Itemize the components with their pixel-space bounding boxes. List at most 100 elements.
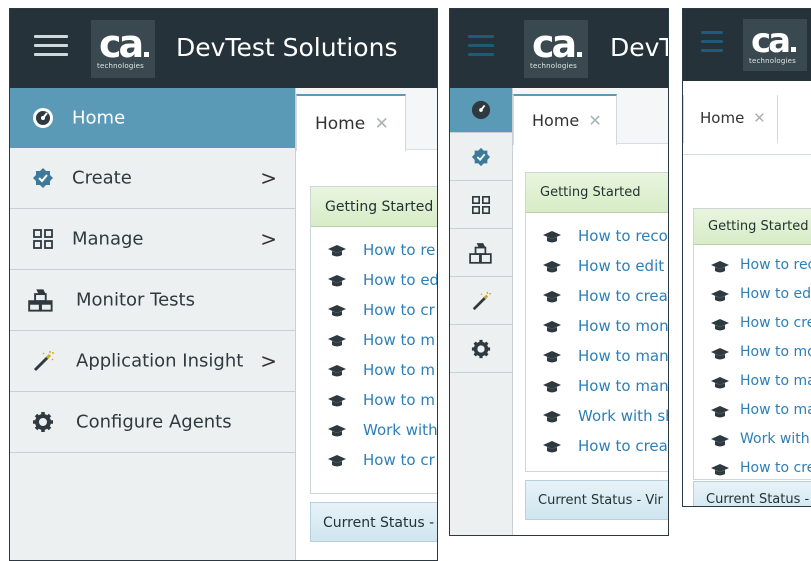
getting-started-link[interactable]: How to cr [311, 447, 437, 477]
logo-sub: technologies [97, 62, 145, 70]
link-text: How to edit a [578, 257, 669, 275]
nav-label-home: Home [72, 107, 126, 129]
getting-started-link[interactable]: How to ed [694, 282, 811, 311]
link-text: How to m [363, 361, 435, 379]
main-content: Home ✕ Getting Started How to recor How t… [513, 88, 668, 535]
tab-strip: Home ✕ [683, 81, 811, 155]
getting-started-link[interactable]: How to recor [526, 223, 669, 253]
getting-started-link[interactable]: How to mo [694, 340, 811, 369]
close-icon[interactable]: ✕ [753, 109, 766, 127]
graduation-cap-icon [711, 348, 729, 360]
dashboard-area: Getting Started How to recor How to edit … [513, 144, 668, 535]
link-text: How to creat [578, 437, 669, 455]
link-text: Work with sh [578, 407, 669, 425]
rail-item-create[interactable] [450, 133, 512, 181]
rail-item-home[interactable] [450, 88, 512, 133]
nav-item-configure-agents[interactable]: Configure Agents [10, 392, 295, 453]
dashboard-area: Getting Started How to re How to ed How to… [296, 150, 437, 560]
panel-expanded: ca technologies DevTest Solutions Home C… [9, 8, 438, 561]
current-status-header: Current Status - Vir [525, 480, 668, 520]
link-text: How to recor [578, 227, 669, 245]
graduation-cap-icon [711, 319, 729, 331]
getting-started-link[interactable]: Work with [311, 417, 437, 447]
getting-started-link[interactable]: How to m [311, 327, 437, 357]
link-text: How to ma [740, 373, 811, 389]
menu-icon[interactable] [701, 31, 723, 59]
getting-started-header: Getting Started [526, 173, 668, 213]
link-text: How to ma [740, 402, 811, 418]
getting-started-link[interactable]: How to ma [694, 398, 811, 427]
getting-started-panel: Getting Started How to re How to ed How to… [310, 186, 438, 494]
close-icon[interactable]: ✕ [375, 114, 389, 134]
rail-item-monitor-tests[interactable] [450, 229, 512, 277]
nav-item-application-insight[interactable]: Application Insight > [10, 331, 295, 392]
rail-item-manage[interactable] [450, 181, 512, 229]
link-text: How to mana [578, 377, 669, 395]
dashboard-icon [471, 100, 491, 120]
graduation-cap-icon [543, 261, 561, 273]
nav-label-application-insight: Application Insight [76, 350, 244, 372]
getting-started-link[interactable]: How to create [526, 283, 668, 313]
getting-started-link[interactable]: How to cr [311, 297, 437, 327]
logo-brand: ca [532, 22, 577, 66]
graduation-cap-icon [543, 291, 561, 303]
nav-item-manage[interactable]: Manage > [10, 209, 295, 270]
panel-collapsed-2: ca technologies Home ✕ Getting Started H… [682, 8, 811, 507]
graduation-cap-icon [328, 335, 346, 347]
boxes-icon [28, 289, 53, 312]
rail-item-application-insight[interactable] [450, 277, 512, 325]
menu-icon[interactable] [468, 35, 494, 63]
link-text: How to cr [363, 451, 435, 469]
nav-label-create: Create [72, 167, 132, 189]
getting-started-link[interactable]: How to rec [694, 253, 811, 282]
graduation-cap-icon [543, 381, 561, 393]
getting-started-link[interactable]: How to mana [526, 343, 668, 373]
getting-started-link[interactable]: Work with sh [526, 403, 669, 433]
link-text: Work with [740, 431, 810, 447]
dashboard-area: Getting Started How to rec How to ed How t… [683, 155, 811, 506]
graduation-cap-icon [543, 231, 561, 243]
menu-icon[interactable] [34, 35, 68, 63]
ca-logo: ca technologies [91, 20, 155, 78]
link-text: How to cr [363, 301, 435, 319]
getting-started-link[interactable]: How to creat [526, 433, 669, 463]
nav-item-home[interactable]: Home [10, 88, 295, 148]
getting-started-panel: Getting Started How to rec How to ed How t… [693, 208, 811, 480]
link-text: How to m [363, 391, 435, 409]
graduation-cap-icon [543, 441, 561, 453]
logo-brand: ca [751, 21, 791, 61]
top-bar: ca technologies [683, 9, 811, 81]
dashboard-icon [33, 108, 53, 128]
graduation-cap-icon [328, 455, 346, 467]
close-icon[interactable]: ✕ [588, 111, 601, 130]
nav-item-monitor-tests[interactable]: Monitor Tests [10, 270, 295, 331]
graduation-cap-icon [711, 261, 729, 273]
graduation-cap-icon [711, 290, 729, 302]
nav-label-configure-agents: Configure Agents [76, 411, 232, 433]
getting-started-link[interactable]: How to re [311, 237, 437, 267]
tab-home[interactable]: Home ✕ [683, 95, 778, 143]
getting-started-link[interactable]: How to ma [694, 369, 811, 398]
logo-sub: technologies [530, 62, 578, 70]
getting-started-link[interactable]: How to cre [694, 311, 811, 340]
getting-started-link[interactable]: How to m [311, 357, 437, 387]
rail-item-configure-agents[interactable] [450, 325, 512, 373]
getting-started-link[interactable]: How to ed [311, 267, 438, 297]
tab-home[interactable]: Home ✕ [513, 94, 617, 145]
current-status-header: Current Status - [693, 481, 811, 506]
getting-started-link[interactable]: Work with [694, 427, 811, 456]
tab-home[interactable]: Home ✕ [296, 94, 406, 151]
tab-strip: Home ✕ [296, 88, 437, 151]
nav-item-create[interactable]: Create > [10, 148, 295, 209]
link-text: How to mo [740, 344, 811, 360]
getting-started-link[interactable]: How to m [311, 387, 437, 417]
getting-started-link[interactable]: How to edit a [526, 253, 669, 283]
nav-label-monitor-tests: Monitor Tests [76, 289, 195, 311]
tab-strip: Home ✕ [513, 88, 668, 145]
graduation-cap-icon [328, 305, 346, 317]
current-status-header: Current Status - [310, 502, 437, 542]
link-text: How to ed [363, 271, 438, 289]
getting-started-link[interactable]: How to mana [526, 373, 669, 403]
getting-started-link[interactable]: How to monit [526, 313, 669, 343]
link-text: How to monit [578, 317, 669, 335]
